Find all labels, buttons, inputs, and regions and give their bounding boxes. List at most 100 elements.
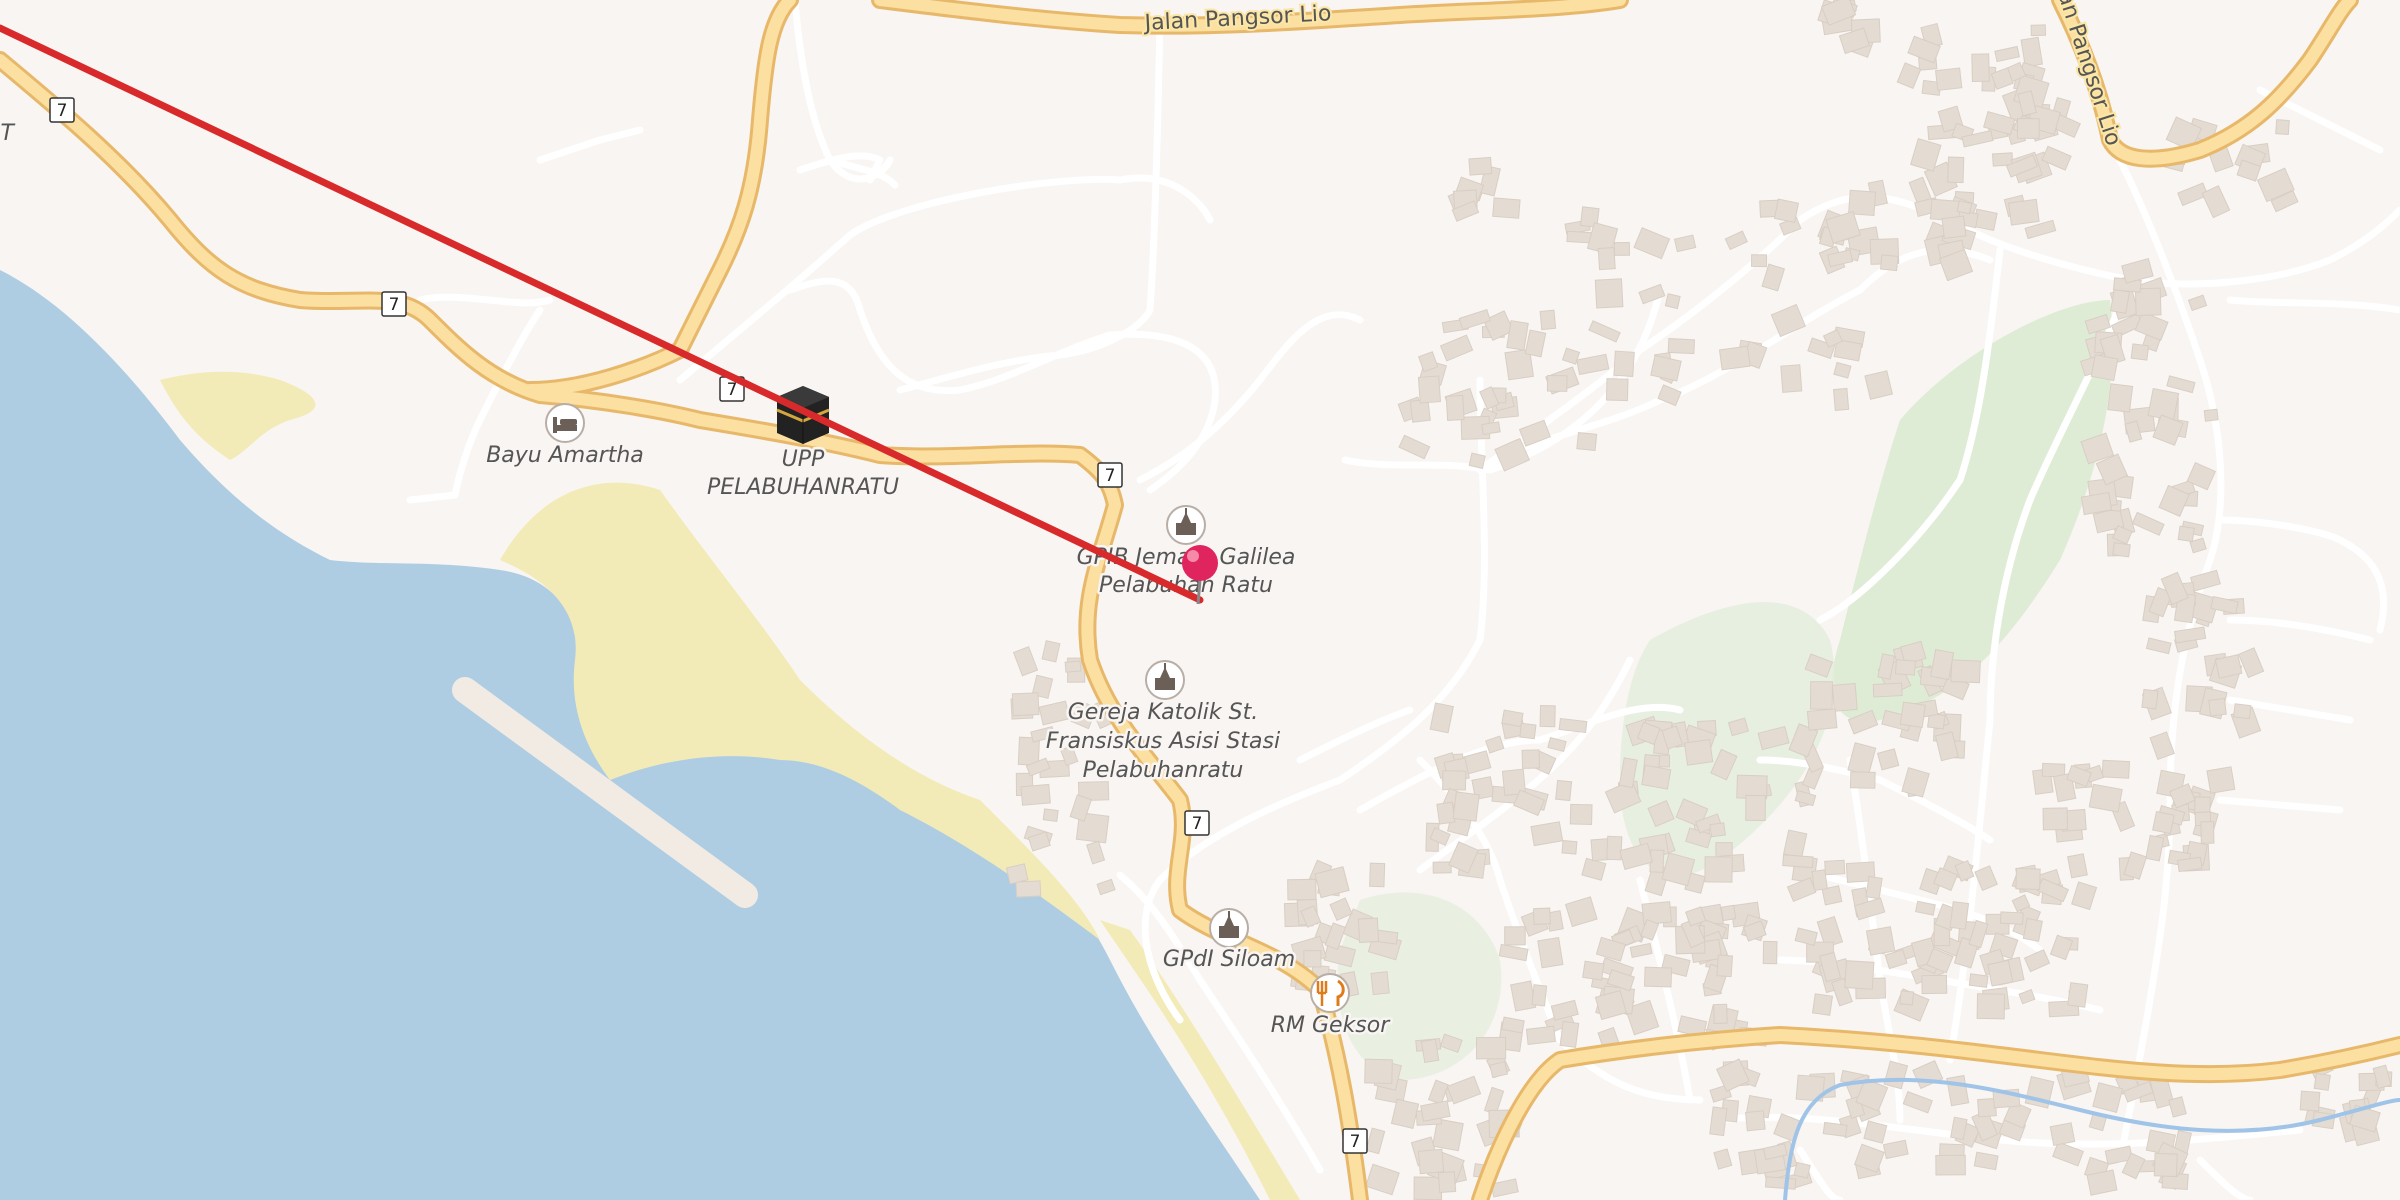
building	[2299, 1090, 2321, 1112]
building	[1613, 242, 1630, 256]
building	[1468, 156, 1493, 176]
building	[1824, 859, 1846, 876]
edge-label-fragment: IT	[0, 121, 16, 146]
building	[1537, 937, 1564, 969]
building	[1417, 1148, 1445, 1175]
building	[1525, 1025, 1556, 1045]
building	[1683, 738, 1714, 766]
route-shield-7: 7	[381, 291, 407, 317]
building	[2042, 807, 2069, 831]
building	[2092, 1082, 2124, 1113]
building	[1521, 749, 1541, 769]
building	[1303, 950, 1322, 968]
building	[1376, 929, 1399, 945]
building	[1849, 771, 1876, 789]
building	[1831, 683, 1858, 712]
building	[1613, 350, 1635, 377]
building	[1606, 835, 1623, 861]
building	[1558, 717, 1588, 734]
building	[1561, 839, 1578, 855]
building	[1745, 1110, 1766, 1132]
building	[1971, 53, 1990, 82]
building	[1492, 197, 1521, 219]
building	[2232, 703, 2252, 720]
building	[1445, 394, 1465, 421]
building	[1605, 378, 1629, 402]
building	[1782, 854, 1814, 869]
building	[1501, 709, 1524, 728]
building	[1822, 1121, 1848, 1138]
building	[1987, 959, 2014, 987]
building	[1704, 856, 1733, 883]
building	[2152, 810, 2175, 835]
building	[1643, 966, 1673, 988]
building	[1773, 198, 1800, 224]
building	[1468, 452, 1486, 469]
building	[2088, 783, 2123, 813]
building	[1880, 254, 1899, 272]
building	[1555, 779, 1573, 802]
church-icon	[1145, 660, 1185, 700]
building	[1452, 791, 1480, 822]
building	[2049, 1122, 2076, 1147]
route-shield-7: 7	[1342, 1128, 1368, 1154]
building	[1510, 980, 1537, 1012]
svg-text:7: 7	[1192, 814, 1203, 834]
building	[2153, 1152, 2178, 1178]
building	[1664, 293, 1681, 310]
building	[2177, 525, 2195, 543]
building	[1876, 748, 1900, 771]
route-shield-7: 7	[1184, 810, 1210, 836]
poi-label: Gereja Katolik St.	[1068, 700, 1259, 725]
building	[2101, 759, 2131, 779]
building	[1935, 1154, 1966, 1176]
poi-label: Pelabuhanratu	[1083, 758, 1244, 783]
building	[1976, 993, 2006, 1020]
building	[2016, 118, 2040, 139]
building	[1947, 156, 1965, 184]
building	[1369, 862, 1386, 888]
building	[1720, 904, 1737, 922]
svg-text:7: 7	[727, 380, 738, 400]
svg-text:7: 7	[1350, 1132, 1361, 1152]
building	[2206, 766, 2236, 794]
building	[1941, 215, 1967, 239]
building	[1899, 701, 1926, 728]
route-shield-7: 7	[49, 97, 75, 123]
building	[1809, 681, 1833, 710]
building	[1020, 783, 1051, 806]
building	[1641, 764, 1672, 790]
poi-label: UPP	[782, 447, 825, 472]
building	[1519, 722, 1537, 740]
building	[2313, 1072, 2331, 1091]
building	[2007, 198, 2040, 226]
building	[1437, 1171, 1457, 1194]
restaurant-fork-knife-icon	[1310, 973, 1350, 1013]
building	[2107, 383, 2134, 413]
building	[1716, 954, 1733, 978]
svg-text:7: 7	[57, 101, 68, 121]
building	[1582, 960, 1605, 981]
building	[1364, 1058, 1393, 1085]
building	[1833, 387, 1850, 411]
building	[1594, 278, 1624, 309]
building	[1745, 794, 1766, 821]
hotel-bed-icon	[545, 403, 585, 443]
building	[2203, 408, 2219, 422]
building	[1539, 309, 1557, 331]
building	[1667, 338, 1696, 355]
building	[1718, 345, 1751, 371]
building	[2200, 821, 2215, 844]
building	[2090, 354, 2119, 382]
building	[1546, 374, 1568, 392]
map-canvas[interactable]: Jalan Pangsor Lio an Pangsor Lio IT 7 7 …	[0, 0, 2400, 1200]
building	[1357, 917, 1380, 943]
building	[1956, 200, 1973, 215]
building	[2141, 688, 2159, 710]
building	[1764, 1176, 1797, 1190]
building	[1806, 708, 1838, 731]
building	[1762, 940, 1778, 965]
building	[1442, 770, 1467, 791]
building	[1921, 974, 1948, 995]
building	[1504, 926, 1526, 946]
